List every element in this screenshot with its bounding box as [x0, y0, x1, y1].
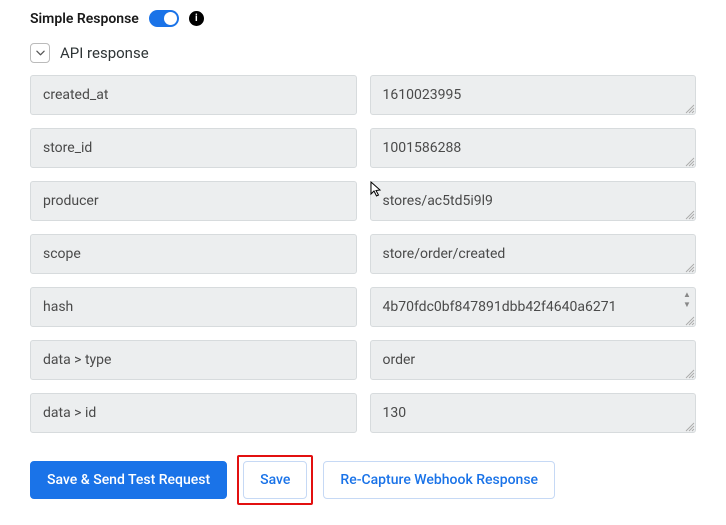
field-key-input[interactable]: scope [30, 234, 357, 274]
field-key-input[interactable]: created_at [30, 75, 357, 115]
chevron-down-icon [36, 50, 45, 56]
field-value-input[interactable]: order [370, 340, 697, 380]
header-row: Simple Response i [30, 10, 696, 27]
field-key-input[interactable]: hash [30, 287, 357, 327]
section-title: API response [60, 44, 149, 62]
field-value-input[interactable]: stores/ac5td5i9l9 [370, 181, 697, 221]
save-button[interactable]: Save [243, 461, 307, 499]
field-value-input[interactable]: 4b70fdc0bf847891dbb42f4640a6271 [370, 287, 697, 327]
recapture-webhook-response-button[interactable]: Re-Capture Webhook Response [323, 461, 555, 499]
save-send-test-request-button[interactable]: Save & Send Test Request [30, 461, 227, 499]
buttons-row: Save & Send Test Request Save Re-Capture… [30, 455, 696, 505]
field-key-input[interactable]: data > id [30, 393, 357, 433]
field-row: store_id 1001586288 [30, 128, 696, 168]
field-value-input[interactable]: 1610023995 [370, 75, 697, 115]
simple-response-label: Simple Response [30, 11, 139, 27]
field-key-input[interactable]: store_id [30, 128, 357, 168]
save-button-highlight: Save [237, 455, 313, 505]
field-value-input[interactable]: store/order/created [370, 234, 697, 274]
section-header: API response [30, 43, 696, 63]
fields-list: created_at 1610023995 store_id 1001586288 pr… [30, 75, 696, 433]
collapse-toggle[interactable] [30, 43, 50, 63]
field-key-input[interactable]: data > type [30, 340, 357, 380]
toggle-knob [164, 12, 177, 25]
field-row: data > type order [30, 340, 696, 380]
info-icon[interactable]: i [189, 11, 204, 26]
field-row: scope store/order/created [30, 234, 696, 274]
field-row: data > id 130 [30, 393, 696, 433]
field-row: created_at 1610023995 [30, 75, 696, 115]
field-key-input[interactable]: producer [30, 181, 357, 221]
simple-response-toggle[interactable] [149, 10, 179, 27]
field-value-input[interactable]: 130 [370, 393, 697, 433]
field-value-input[interactable]: 1001586288 [370, 128, 697, 168]
field-row: hash4b70fdc0bf847891dbb42f4640a6271▲▼ [30, 287, 696, 327]
field-row: producer stores/ac5td5i9l9 [30, 181, 696, 221]
